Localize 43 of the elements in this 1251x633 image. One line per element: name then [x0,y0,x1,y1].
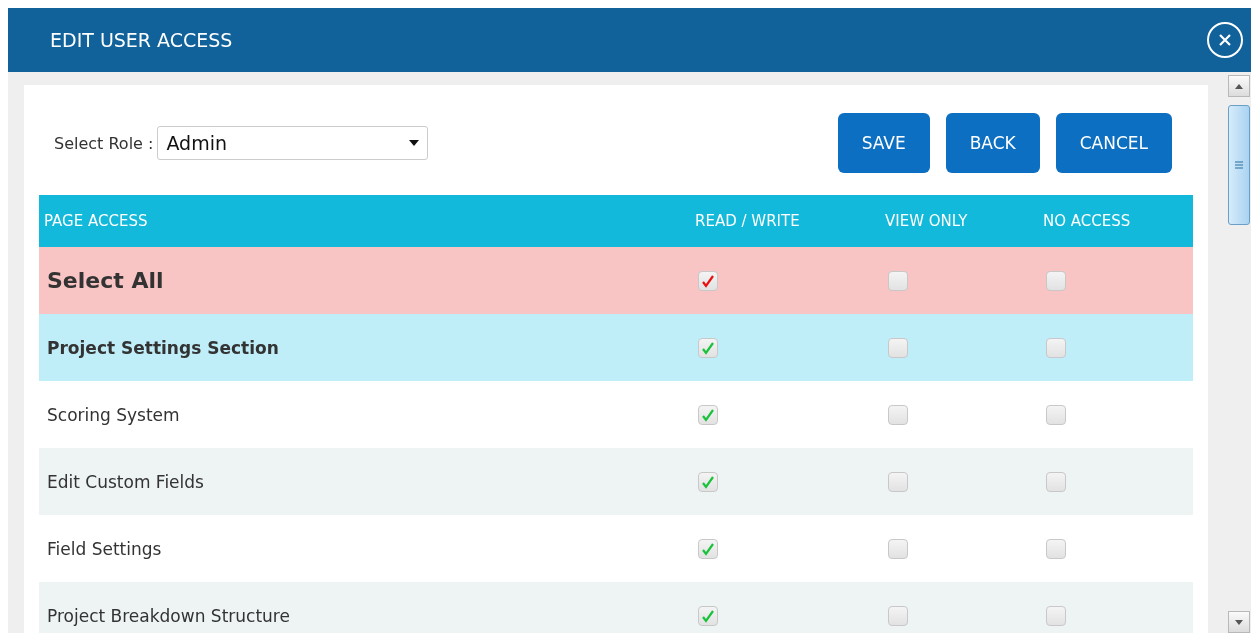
checkbox[interactable] [888,270,908,291]
checkbox[interactable] [698,270,718,291]
column-header: VIEW ONLY [880,195,1038,247]
down-arrow-icon[interactable] [1234,619,1243,625]
checkbox[interactable] [1046,404,1066,425]
scrollbar-thumb[interactable] [1227,105,1250,225]
checkbox[interactable] [698,337,718,358]
grip-icon [1234,161,1243,169]
checkbox[interactable] [1046,270,1066,291]
close-icon[interactable] [1218,33,1232,47]
page-name: Project Breakdown Structure [47,605,290,626]
action-button[interactable]: CANCEL [1055,113,1172,173]
checkbox[interactable] [888,337,908,358]
checkbox[interactable] [698,471,718,492]
scroll-up-button[interactable] [1227,75,1250,97]
dialog-title: EDIT USER ACCESS [50,29,233,51]
checkbox[interactable] [1046,605,1066,626]
column-header: NO ACCESS [1038,195,1193,247]
page-name: Select All [47,268,164,293]
page-name: Scoring System [47,404,180,425]
scroll-down-button[interactable] [1227,611,1250,633]
checkbox[interactable] [888,605,908,626]
action-button[interactable]: BACK [945,113,1040,173]
checkbox[interactable] [1046,471,1066,492]
checkbox[interactable] [888,471,908,492]
close-button[interactable] [1207,22,1243,58]
page-name: Edit Custom Fields [47,471,204,492]
checkbox[interactable] [698,404,718,425]
column-header: PAGE ACCESS [39,195,690,247]
page-name: Project Settings Section [47,337,279,358]
checkbox[interactable] [698,605,718,626]
role-dropdown[interactable]: Admin [157,126,429,160]
checkbox[interactable] [1046,538,1066,559]
checkbox[interactable] [698,538,718,559]
checkbox[interactable] [1046,337,1066,358]
role-label: Select Role : [54,133,154,153]
action-button[interactable]: SAVE [837,113,930,173]
caret-icon [409,140,420,146]
page-name: Field Settings [47,538,162,559]
checkbox[interactable] [888,404,908,425]
column-header: READ / WRITE [690,195,880,247]
up-arrow-icon[interactable] [1234,83,1243,89]
checkbox[interactable] [888,538,908,559]
